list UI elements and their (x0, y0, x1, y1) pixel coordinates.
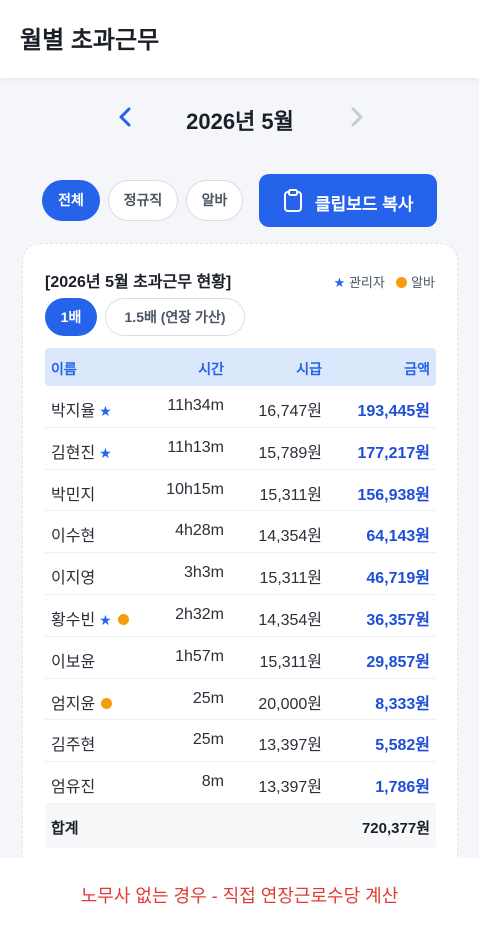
table-header: 이름 시간 시급 금액 (45, 348, 436, 386)
row-amount: 193,445원 (357, 403, 430, 420)
total-label: 합계 (51, 819, 79, 837)
manager-star-icon: ★ (99, 403, 112, 419)
row-name: 박지율 ★ (51, 397, 112, 421)
row-wage: 13,397원 (258, 737, 322, 755)
row-amount: 177,217원 (357, 444, 430, 462)
tab-rate-1-5x[interactable]: 1.5배 (연장 가산) (105, 298, 245, 336)
month-label: 2026년 5월 (186, 109, 294, 134)
row-name-text: 이지영 (51, 570, 96, 588)
row-name: 김현진 ★ (51, 439, 112, 463)
row-name-text: 엄지윤 (51, 695, 96, 713)
row-name: 엄지윤 (51, 690, 113, 714)
row-name: 이수현 (51, 522, 95, 546)
row-name-text: 박민지 (51, 486, 96, 504)
app-header: 월별 초과근무 (0, 0, 479, 78)
row-wage: 15,789원 (258, 444, 322, 462)
table-row: 이수현 4h28m 14,354원 64,143원 (45, 511, 436, 554)
row-name-text: 박지율 (51, 403, 96, 420)
row-hours: 2h32m (175, 605, 224, 623)
row-name: 이지영 (51, 564, 95, 588)
overtime-card: [2026년 5월 초과근무 현황] ★ 관리자 알바 1배 1.5배 (연장 … (22, 243, 458, 883)
row-wage: 15,311원 (259, 653, 322, 671)
legend: ★ 관리자 알바 (334, 272, 435, 291)
manager-star-icon: ★ (99, 444, 112, 461)
footer-note: 노무사 없는 경우 - 직접 연장근로수당 계산 (80, 886, 399, 906)
chevron-right-icon[interactable] (342, 102, 372, 132)
row-hours: 4h28m (175, 522, 224, 540)
filter-parttime-button[interactable]: 알바 (186, 180, 243, 221)
page-title: 월별 초과근무 (20, 27, 160, 54)
tab-rate-1x[interactable]: 1배 (45, 298, 97, 336)
row-hours: 25m (192, 731, 224, 749)
row-wage: 16,747원 (258, 403, 322, 420)
table-row: 황수빈 ★ 2h32m 14,354원 36,357원 (45, 595, 436, 637)
column-header-name: 이름 (51, 361, 77, 377)
parttime-dot-icon (117, 613, 129, 625)
row-name-text: 김현진 (51, 444, 96, 462)
row-name-text: 이수현 (51, 528, 96, 546)
row-hours: 10h15m (166, 480, 224, 498)
copy-button-label: 클립보드 복사 (315, 195, 414, 214)
row-name-text: 이보윤 (51, 653, 96, 671)
chevron-left-icon[interactable] (110, 102, 140, 132)
legend-parttime-label: 알바 (411, 275, 435, 290)
row-wage: 15,311원 (259, 570, 322, 588)
table-row: 이보윤 1h57m 15,311원 29,857원 (45, 637, 436, 679)
row-hours: 1h57m (175, 647, 224, 665)
table-row: 김주현 25m 13,397원 5,582원 (45, 720, 436, 763)
table-body: 박지율 ★ 11h34m 16,747원 193,445원 김현진 ★ 11h13m 15,78… (45, 386, 436, 804)
column-header-hours: 시간 (198, 361, 224, 377)
month-navigator: 2026년 5월 (0, 96, 479, 138)
table-total-row: 합계 720,377원 (45, 803, 436, 848)
row-name: 이보윤 (51, 648, 95, 672)
row-name: 김주현 (51, 731, 95, 755)
row-amount: 156,938원 (357, 486, 430, 504)
row-hours: 11h13m (167, 438, 224, 456)
row-amount: 8,333원 (375, 695, 430, 713)
row-amount: 36,357원 (366, 611, 430, 629)
row-wage: 20,000원 (258, 695, 322, 713)
row-hours: 25m (192, 689, 224, 707)
row-amount: 29,857원 (366, 653, 430, 671)
row-name-text: 황수빈 (51, 611, 96, 629)
footer: 노무사 없는 경우 - 직접 연장근로수당 계산 (0, 858, 479, 944)
row-name: 황수빈 ★ (51, 606, 129, 630)
copy-clipboard-button[interactable]: 클립보드 복사 (259, 174, 437, 227)
row-name: 엄유진 (51, 773, 95, 797)
table-row: 엄지윤 25m 20,000원 8,333원 (45, 679, 436, 721)
row-hours: 8m (201, 773, 224, 791)
row-wage: 14,354원 (258, 611, 322, 629)
parttime-dot-icon (396, 277, 408, 288)
row-hours: 11h34m (167, 397, 224, 414)
table-row: 김현진 ★ 11h13m 15,789원 177,217원 (45, 428, 436, 470)
row-wage: 15,311원 (259, 486, 322, 504)
row-wage: 13,397원 (258, 779, 322, 797)
column-header-amount: 금액 (404, 361, 430, 377)
row-amount: 64,143원 (366, 528, 430, 546)
legend-manager-label: 관리자 (348, 275, 385, 290)
manager-star-icon: ★ (333, 275, 346, 290)
table-row: 이지영 3h3m 15,311원 46,719원 (45, 553, 436, 595)
row-amount: 46,719원 (366, 570, 430, 588)
row-amount: 1,786원 (375, 779, 430, 797)
row-hours: 3h3m (183, 564, 224, 582)
card-title: [2026년 5월 초과근무 현황] (45, 274, 232, 291)
total-amount: 720,377원 (361, 819, 430, 837)
table-row: 박민지 10h15m 15,311원 156,938원 (45, 470, 436, 512)
table-row: 엄유진 8m 13,397원 1,786원 (45, 762, 436, 804)
row-wage: 14,354원 (258, 528, 322, 546)
manager-star-icon: ★ (99, 611, 112, 628)
parttime-dot-icon (101, 697, 113, 709)
clipboard-icon (284, 189, 302, 212)
table-row: 박지율 ★ 11h34m 16,747원 193,445원 (45, 386, 436, 428)
filter-regular-button[interactable]: 정규직 (108, 180, 178, 221)
row-name-text: 엄유진 (51, 779, 96, 797)
overtime-table: 이름 시간 시급 금액 박지율 ★ 11h34m 16,747원 193,445원 김현진… (45, 348, 436, 848)
filter-all-button[interactable]: 전체 (42, 180, 100, 221)
column-header-wage: 시급 (296, 361, 322, 377)
row-name-text: 김주현 (51, 737, 96, 755)
row-name: 박민지 (51, 481, 95, 505)
row-amount: 5,582원 (375, 737, 430, 755)
